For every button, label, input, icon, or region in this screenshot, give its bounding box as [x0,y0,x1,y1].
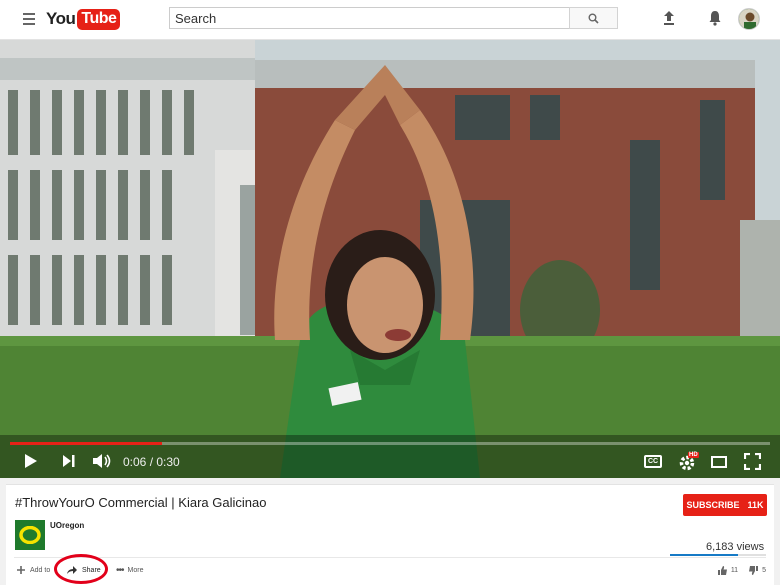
masthead: You Tube [0,0,780,40]
notifications-bell-icon[interactable] [708,10,722,26]
subscribe-label: SUBSCRIBE [686,500,740,510]
view-count: 6,183 views [706,541,765,553]
video-frame [0,40,780,478]
sentiment-like-fill [670,554,738,556]
youtube-logo[interactable]: You Tube [46,8,121,30]
video-player[interactable]: 0:06 / 0:30 CC HD [0,40,780,478]
progress-played [10,442,162,445]
like-count: 11 [730,567,739,574]
captions-label: CC [647,458,659,465]
logo-you-text: You [46,9,76,28]
logo-tube-text: Tube [77,8,121,30]
volume-icon[interactable] [92,453,112,469]
player-controls: 0:06 / 0:30 CC HD [0,448,780,478]
account-avatar[interactable] [738,8,760,30]
thumbs-up-icon [717,566,727,575]
dislike-count: 5 [762,567,766,574]
progress-bar[interactable] [10,442,770,445]
play-icon[interactable] [24,453,38,469]
video-info-panel: #ThrowYourO Commercial | Kiara Galicinao… [6,484,774,585]
next-icon[interactable] [62,453,76,469]
theater-mode-icon[interactable] [711,456,727,468]
settings-button[interactable]: HD [678,452,700,472]
time-display: 0:06 / 0:30 [123,455,180,469]
like-button[interactable]: 11 [717,565,738,576]
channel-avatar[interactable] [15,520,45,550]
channel-name[interactable]: UOregon [50,521,84,530]
dislike-button[interactable]: 5 [748,565,766,576]
upload-icon[interactable] [662,10,676,26]
search-form [169,7,618,29]
share-highlight-circle [54,554,108,584]
more-button[interactable]: ••• More [116,565,143,576]
video-title: #ThrowYourO Commercial | Kiara Galicinao [15,495,267,510]
divider [14,557,766,558]
add-to-label: Add to [30,566,51,574]
subscribe-button[interactable]: SUBSCRIBE 11K [683,494,767,516]
subscriber-count: 11K [747,500,764,510]
add-to-button[interactable]: Add to [16,565,50,575]
action-bar: Add to Share ••• More 11 5 [14,561,766,581]
fullscreen-icon[interactable] [744,453,761,470]
captions-button[interactable]: CC [644,455,662,468]
rating-controls: 11 5 [717,565,766,576]
hamburger-menu-icon[interactable] [23,13,35,25]
search-icon [588,13,599,24]
more-dots-icon: ••• [116,565,124,576]
plus-icon [17,566,25,574]
oregon-o-logo-icon [19,526,41,544]
search-input[interactable] [169,7,569,29]
hd-badge: HD [688,452,699,458]
search-button[interactable] [569,7,618,29]
more-label: More [127,567,144,574]
sentiment-bar [670,554,766,556]
thumbs-down-icon [749,566,759,575]
